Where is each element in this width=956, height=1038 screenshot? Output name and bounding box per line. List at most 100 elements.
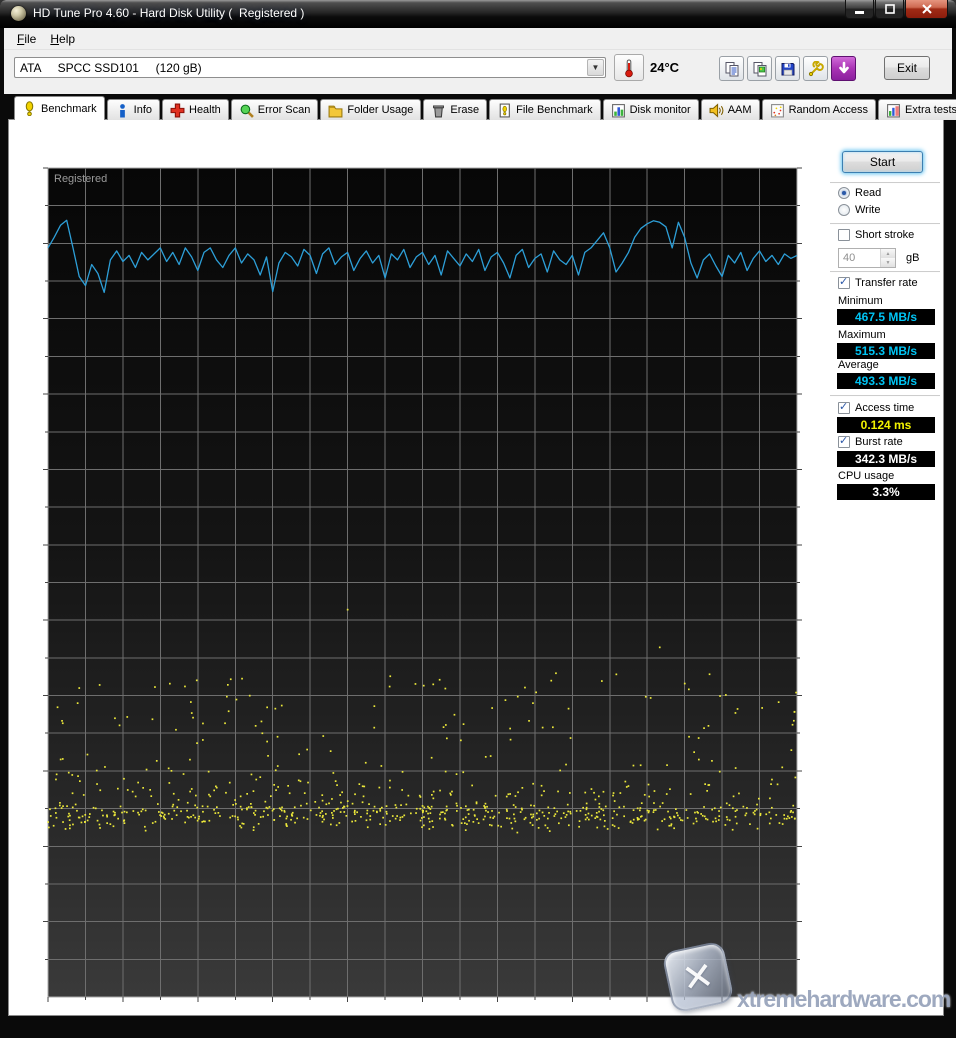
restore-button[interactable]: [875, 0, 904, 19]
title-bar: HD Tune Pro 4.60 - Hard Disk Utility ( R…: [0, 0, 956, 28]
registered-overlay: Registered: [54, 173, 107, 185]
read-radio-circle[interactable]: [838, 187, 850, 199]
tab-label: Extra tests: [905, 104, 956, 116]
minimum-label: Minimum: [838, 295, 883, 307]
menu-file[interactable]: File: [10, 29, 43, 49]
short-stroke-checkbox[interactable]: Short stroke: [838, 229, 914, 241]
average-label: Average: [838, 359, 879, 371]
minimum-value: 467.5 MB/s: [837, 309, 935, 325]
write-radio[interactable]: Write: [838, 204, 880, 216]
cpu-usage-label: CPU usage: [838, 470, 894, 482]
app-icon: [11, 6, 26, 21]
options-icon: [808, 61, 824, 77]
tab-label: Folder Usage: [347, 104, 413, 116]
write-radio-circle[interactable]: [838, 204, 850, 216]
menu-bar: FileHelp: [4, 28, 952, 50]
average-value: 493.3 MB/s: [837, 373, 935, 389]
drive-select-value: ATA SPCC SSD101 (120 gB): [15, 61, 587, 75]
access-time-checkbox[interactable]: Access time: [838, 402, 914, 414]
separator: [830, 271, 940, 273]
tab-health[interactable]: Health: [162, 99, 229, 120]
separator: [830, 223, 940, 225]
app-window: HD Tune Pro 4.60 - Hard Disk Utility ( R…: [0, 0, 956, 1038]
benchmark-chart: Registered: [48, 168, 797, 997]
tab-random-access[interactable]: Random Access: [762, 99, 876, 120]
file-benchmark-icon: [497, 103, 512, 118]
exit-button[interactable]: Exit: [884, 56, 930, 80]
toolbar-buttons: [719, 56, 859, 81]
tab-bar: Benchmark InfoHealth Error Scan Folder Usag…: [14, 96, 956, 120]
short-stroke-label: Short stroke: [855, 229, 914, 241]
window-title: HD Tune Pro 4.60 - Hard Disk Utility ( R…: [33, 6, 304, 20]
read-radio[interactable]: Read: [838, 187, 881, 199]
chevron-down-icon: ▼: [587, 59, 604, 76]
close-icon: [922, 4, 932, 14]
tab-label: File Benchmark: [516, 104, 592, 116]
thermometer-icon: [623, 58, 635, 78]
read-label: Read: [855, 187, 881, 199]
tab-erase[interactable]: Erase: [423, 99, 487, 120]
minimize-icon: [855, 5, 865, 14]
options-button[interactable]: [803, 56, 828, 81]
copy-image-button[interactable]: [747, 56, 772, 81]
error-scan-icon: [239, 103, 254, 118]
folder-icon: [328, 103, 343, 118]
stepper-arrows[interactable]: ▲▼: [880, 249, 895, 267]
random-access-icon: [770, 103, 785, 118]
cpu-usage-value: 3.3%: [837, 484, 935, 500]
disk-monitor-icon: [611, 103, 626, 118]
tab-label: Erase: [450, 104, 479, 116]
write-label: Write: [855, 204, 880, 216]
transfer-rate-box[interactable]: [838, 277, 850, 289]
stepper-up-icon[interactable]: ▲: [881, 249, 895, 258]
benchmark-icon: [22, 101, 37, 116]
tab-aam[interactable]: AAM: [701, 99, 760, 120]
access-time-label: Access time: [855, 402, 914, 414]
separator: [830, 182, 940, 184]
stepper-down-icon[interactable]: ▼: [881, 258, 895, 267]
aam-icon: [709, 103, 724, 118]
tab-label: Disk monitor: [630, 104, 691, 116]
drive-select[interactable]: ATA SPCC SSD101 (120 gB) ▼: [14, 57, 606, 78]
minimize-button[interactable]: [845, 0, 874, 19]
copy-text-button[interactable]: [719, 56, 744, 81]
tab-disk-monitor[interactable]: Disk monitor: [603, 99, 699, 120]
transfer-rate-checkbox[interactable]: Transfer rate: [838, 277, 918, 289]
tab-file-benchmark[interactable]: File Benchmark: [489, 99, 600, 120]
access-time-value: 0.124 ms: [837, 417, 935, 433]
close-button[interactable]: [905, 0, 948, 19]
erase-icon: [431, 103, 446, 118]
tab-extra-tests[interactable]: Extra tests: [878, 99, 956, 120]
burst-rate-checkbox[interactable]: Burst rate: [838, 436, 903, 448]
maximum-label: Maximum: [838, 329, 886, 341]
tab-label: Random Access: [789, 104, 868, 116]
restore-icon: [885, 4, 895, 14]
upload-button[interactable]: [831, 56, 856, 81]
short-stroke-value: 40: [839, 249, 880, 267]
save-button[interactable]: [775, 56, 800, 81]
health-icon: [170, 103, 185, 118]
tab-info[interactable]: Info: [107, 99, 160, 120]
transfer-rate-label: Transfer rate: [855, 277, 918, 289]
tab-label: Error Scan: [258, 104, 311, 116]
burst-rate-value: 342.3 MB/s: [837, 451, 935, 467]
access-time-box[interactable]: [838, 402, 850, 414]
tab-label: AAM: [728, 104, 752, 116]
tab-label: Benchmark: [41, 103, 97, 115]
short-stroke-box[interactable]: [838, 229, 850, 241]
temperature-button[interactable]: [614, 54, 644, 81]
copy-image-icon: [752, 61, 768, 77]
start-button[interactable]: Start: [842, 151, 923, 173]
burst-rate-label: Burst rate: [855, 436, 903, 448]
burst-rate-box[interactable]: [838, 436, 850, 448]
tab-error-scan[interactable]: Error Scan: [231, 99, 319, 120]
short-stroke-stepper[interactable]: 40 ▲▼: [838, 248, 896, 268]
extra-tests-icon: [886, 103, 901, 118]
separator: [830, 395, 940, 397]
tab-benchmark[interactable]: Benchmark: [14, 96, 105, 120]
menu-help[interactable]: Help: [43, 29, 82, 49]
tab-folder-usage[interactable]: Folder Usage: [320, 99, 421, 120]
save-icon: [780, 61, 796, 77]
upload-icon: [836, 61, 852, 77]
temperature-value: 24°C: [650, 60, 679, 75]
